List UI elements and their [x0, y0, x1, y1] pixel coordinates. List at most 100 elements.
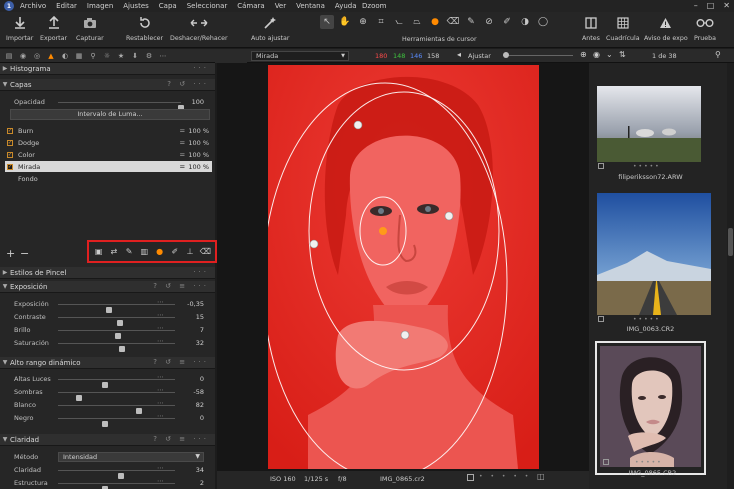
- sort-icon[interactable]: ⇅: [619, 50, 626, 59]
- zoom-slider[interactable]: [503, 52, 573, 58]
- importar-button[interactable]: Importar: [6, 16, 33, 42]
- keystone-icon[interactable]: ⏢: [410, 15, 424, 29]
- section-controls-icon[interactable]: ? ↺ ≡ ···: [153, 435, 209, 443]
- more-icon[interactable]: ···: [193, 268, 209, 276]
- slider-menu-icon[interactable]: ⋯: [157, 324, 164, 332]
- slider-menu-icon[interactable]: ⋯: [157, 412, 164, 420]
- layer-opacity-icon[interactable]: ⚌: [180, 127, 185, 134]
- menu-ventana[interactable]: Ventana: [296, 2, 325, 10]
- tab-capture-icon[interactable]: ◉: [17, 50, 29, 62]
- layer-opacity-value[interactable]: 100 %: [188, 151, 209, 159]
- slider-menu-icon[interactable]: ⋯: [157, 464, 164, 472]
- slider-value[interactable]: 82: [177, 401, 204, 409]
- slider-value[interactable]: 7: [177, 326, 204, 334]
- gradient-icon[interactable]: ◑: [518, 15, 532, 29]
- thumbnail-3-selected[interactable]: ••••• IMG_0865.CR2: [595, 341, 706, 477]
- layer-opacity-value[interactable]: 100 %: [188, 163, 209, 171]
- rating-dots-icon[interactable]: • • • • •: [479, 473, 531, 480]
- brush-icon[interactable]: ✎: [123, 246, 135, 258]
- tab-details-icon[interactable]: ⚲: [87, 50, 99, 62]
- method-select[interactable]: Intensidad ▼: [58, 452, 204, 462]
- section-controls-icon[interactable]: ? ↺ ···: [167, 80, 209, 88]
- layer-checkbox-checked[interactable]: ✓: [7, 127, 13, 134]
- menu-seleccionar[interactable]: Seleccionar: [187, 2, 228, 10]
- luma-range-button[interactable]: Intervalo de Luma...: [10, 109, 210, 120]
- layer-checkbox-checked[interactable]: ✓: [7, 139, 13, 146]
- select-cursor-icon[interactable]: ↖: [320, 15, 334, 29]
- layer-opacity-value[interactable]: 100 %: [188, 139, 209, 147]
- brush-tool-icon[interactable]: ✎: [464, 15, 478, 29]
- menu-ayuda[interactable]: Ayuda: [335, 2, 357, 10]
- layer-opacity-icon[interactable]: ⚌: [180, 163, 185, 170]
- rating-dots-icon[interactable]: •••••: [633, 163, 661, 170]
- slider-value[interactable]: -58: [177, 388, 204, 396]
- menu-editar[interactable]: Editar: [56, 2, 77, 10]
- pen-icon[interactable]: ✐: [169, 246, 181, 258]
- layer-opacity-icon[interactable]: ⚌: [180, 139, 185, 146]
- slider-menu-icon[interactable]: ⋯: [157, 298, 164, 306]
- auto-ajustar-button[interactable]: Auto ajustar: [251, 16, 289, 42]
- layer-row-dodge[interactable]: ✓ Dodge ⚌ 100 %: [5, 137, 212, 148]
- select-checkbox[interactable]: [467, 474, 474, 481]
- tab-exposure-icon[interactable]: ◐: [59, 50, 71, 62]
- layer-row-fondo[interactable]: Fondo: [5, 173, 212, 184]
- tab-layers-icon[interactable]: ▦: [73, 50, 85, 62]
- annotate-icon[interactable]: ✐: [500, 15, 514, 29]
- more-icon[interactable]: ···: [193, 64, 209, 72]
- tab-adjust-icon[interactable]: ☼: [101, 50, 113, 62]
- zoom-out-icon[interactable]: ◂: [457, 50, 461, 59]
- stamp-icon[interactable]: ⊥: [184, 246, 196, 258]
- eye-icon[interactable]: ◉: [593, 50, 600, 59]
- radial-mask-icon[interactable]: ●: [154, 246, 166, 258]
- tab-output-icon[interactable]: ⬇: [129, 50, 141, 62]
- tab-library-icon[interactable]: ▤: [3, 50, 15, 62]
- layer-row-burn[interactable]: ✓ Burn ⚌ 100 %: [5, 125, 212, 136]
- minimize-icon[interactable]: –: [694, 1, 698, 10]
- prueba-button[interactable]: Prueba: [694, 16, 716, 42]
- layers-header[interactable]: ▼ Capas ? ↺ ···: [0, 79, 215, 91]
- brush-styles-header[interactable]: ▶ Estilos de Pincel ···: [0, 267, 215, 279]
- aviso-expo-button[interactable]: Aviso de expo: [644, 16, 688, 42]
- opacity-value[interactable]: 100: [177, 98, 204, 106]
- slider-value[interactable]: 0: [177, 375, 204, 383]
- eraser-icon[interactable]: ⌫: [199, 246, 211, 258]
- opacity-slider[interactable]: [58, 102, 184, 111]
- capturar-button[interactable]: Capturar: [76, 16, 104, 42]
- zoom-icon[interactable]: ⊕: [356, 15, 370, 29]
- rating-dots-icon[interactable]: •••••: [633, 316, 661, 323]
- menu-ajustes[interactable]: Ajustes: [123, 2, 149, 10]
- layer-row-mirada[interactable]: ✓ Mirada ⚌ 100 %: [5, 161, 212, 172]
- menu-capa[interactable]: Capa: [159, 2, 177, 10]
- layer-checkbox-checked[interactable]: ✓: [7, 163, 13, 170]
- layer-opacity-value[interactable]: 100 %: [188, 127, 209, 135]
- swap-icon[interactable]: ⇄: [108, 246, 120, 258]
- mask-view-icon[interactable]: ▣: [93, 246, 105, 258]
- layer-checkbox-checked[interactable]: ✓: [7, 151, 13, 158]
- layer-row-color[interactable]: ✓ Color ⚌ 100 %: [5, 149, 212, 160]
- thumbnail-checkbox[interactable]: [598, 316, 604, 322]
- straighten-icon[interactable]: ⦦: [392, 15, 406, 29]
- add-layer-button[interactable]: +: [6, 247, 15, 260]
- layer-opacity-icon[interactable]: ⚌: [180, 151, 185, 158]
- slider-value[interactable]: 2: [177, 479, 204, 487]
- tab-more-icon[interactable]: ⋯: [157, 50, 169, 62]
- slider-value[interactable]: 32: [177, 339, 204, 347]
- histogram-header[interactable]: ▶ Histograma ···: [0, 63, 215, 75]
- layer-checkbox-empty[interactable]: [7, 176, 13, 182]
- thumbnail-2[interactable]: ••••• IMG_0063.CR2: [595, 191, 711, 335]
- ellipse-icon[interactable]: ◯: [536, 15, 550, 29]
- browser-scrollbar[interactable]: [727, 63, 734, 489]
- slider-menu-icon[interactable]: ⋯: [157, 399, 164, 407]
- remove-layer-button[interactable]: −: [20, 247, 29, 260]
- menu-ver[interactable]: Ver: [275, 2, 286, 10]
- clarity-header[interactable]: ▼ Claridad ? ↺ ≡ ···: [0, 434, 215, 446]
- slider-menu-icon[interactable]: ⋯: [157, 337, 164, 345]
- section-controls-icon[interactable]: ? ↺ ≡ ···: [153, 282, 209, 290]
- restablecer-button[interactable]: Restablecer: [126, 16, 163, 42]
- fit-label[interactable]: Ajustar: [468, 52, 491, 60]
- section-controls-icon[interactable]: ? ↺ ≡ ···: [153, 358, 209, 366]
- search-icon[interactable]: ⚲: [715, 50, 721, 59]
- hdr-header[interactable]: ▼ Alto rango dinámico ? ↺ ≡ ···: [0, 357, 215, 369]
- thumbnail-1[interactable]: ••••• filiperiksson72.ARW: [595, 84, 706, 182]
- slider-knob[interactable]: [119, 346, 126, 352]
